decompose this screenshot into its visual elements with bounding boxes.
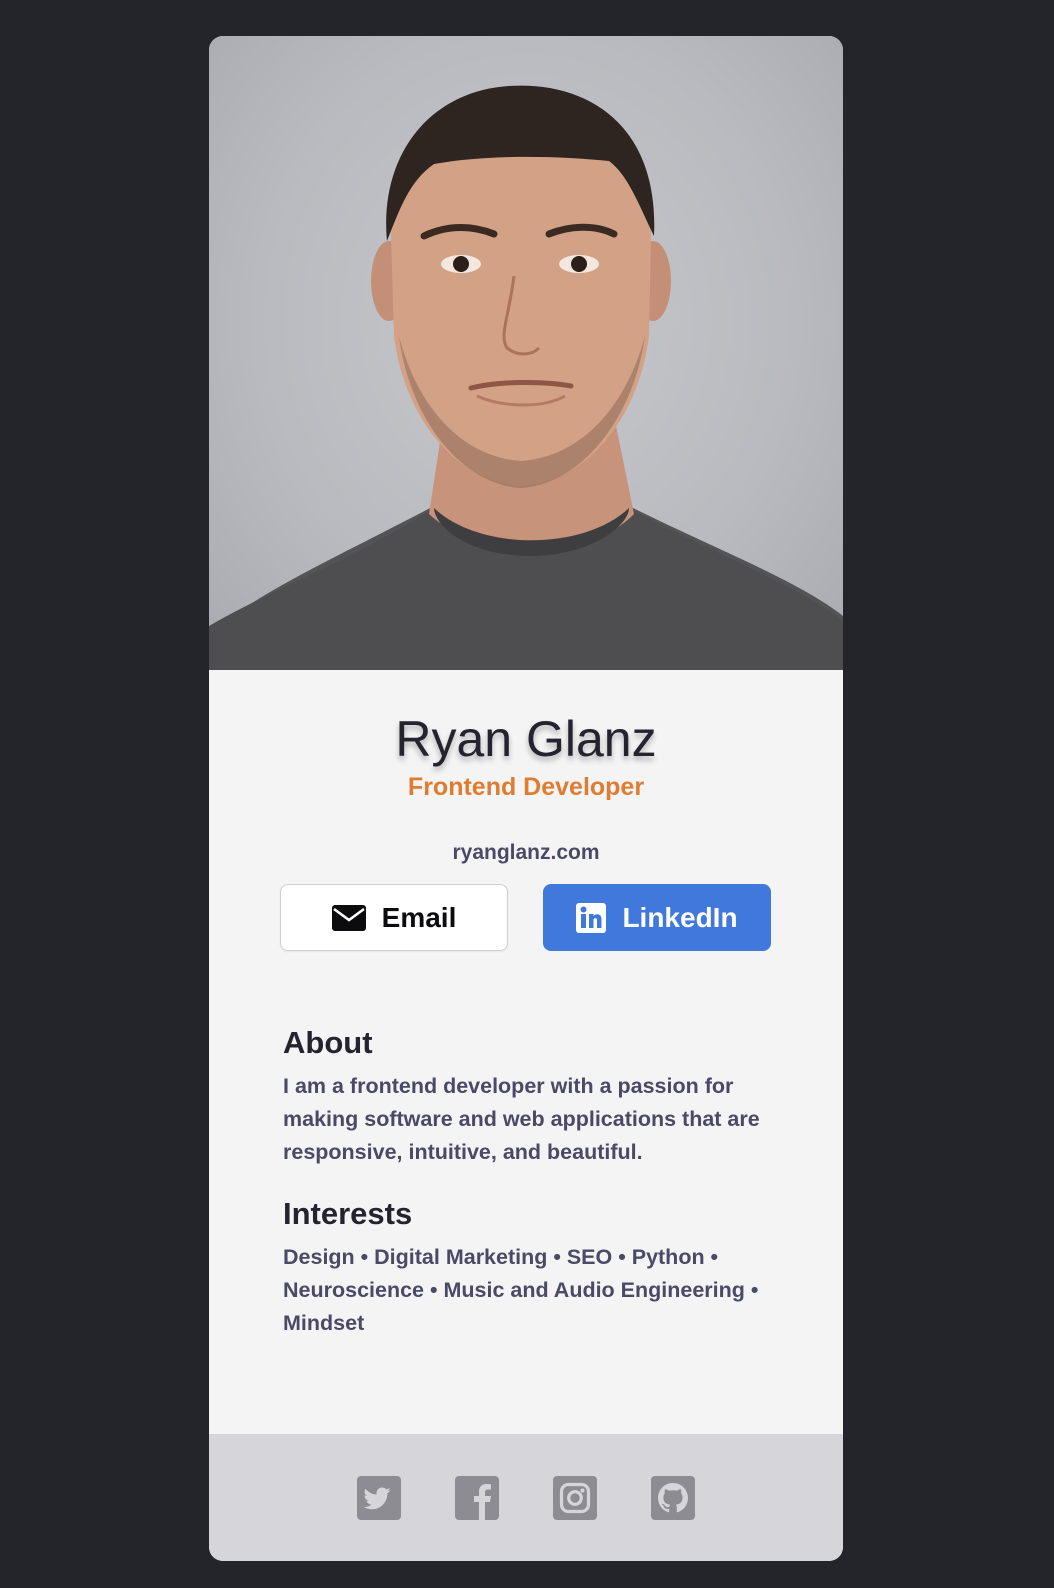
contact-buttons: Email LinkedIn [209,884,843,954]
portrait-illustration [209,85,843,670]
profile-details: About I am a frontend developer with a p… [209,1024,843,1340]
email-button[interactable]: Email [280,884,508,951]
linkedin-button-label: LinkedIn [622,901,738,933]
interests-heading: Interests [283,1196,413,1231]
twitter-icon[interactable] [357,1475,401,1520]
profile-name: Ryan Glanz [395,711,657,767]
email-button-label: Email [381,901,457,933]
linkedin-icon [576,902,607,933]
profile-card: Ryan Glanz Frontend Developer ryanglanz.… [209,36,843,1561]
github-icon[interactable] [651,1475,695,1520]
website-link[interactable]: ryanglanz.com [209,840,843,866]
facebook-icon[interactable] [455,1475,499,1520]
about-heading: About [283,1025,373,1060]
instagram-icon[interactable] [553,1475,597,1520]
social-footer [209,1434,843,1561]
profile-title: Frontend Developer [407,773,645,801]
about-text: I am a frontend developer with a passion… [283,1074,760,1164]
envelope-icon [331,904,366,931]
interests-text: Design • Digital Marketing • SEO • Pytho… [283,1245,759,1335]
profile-photo [209,36,843,670]
linkedin-button[interactable]: LinkedIn [543,884,771,951]
profile-info: Ryan Glanz Frontend Developer ryanglanz.… [209,708,843,954]
